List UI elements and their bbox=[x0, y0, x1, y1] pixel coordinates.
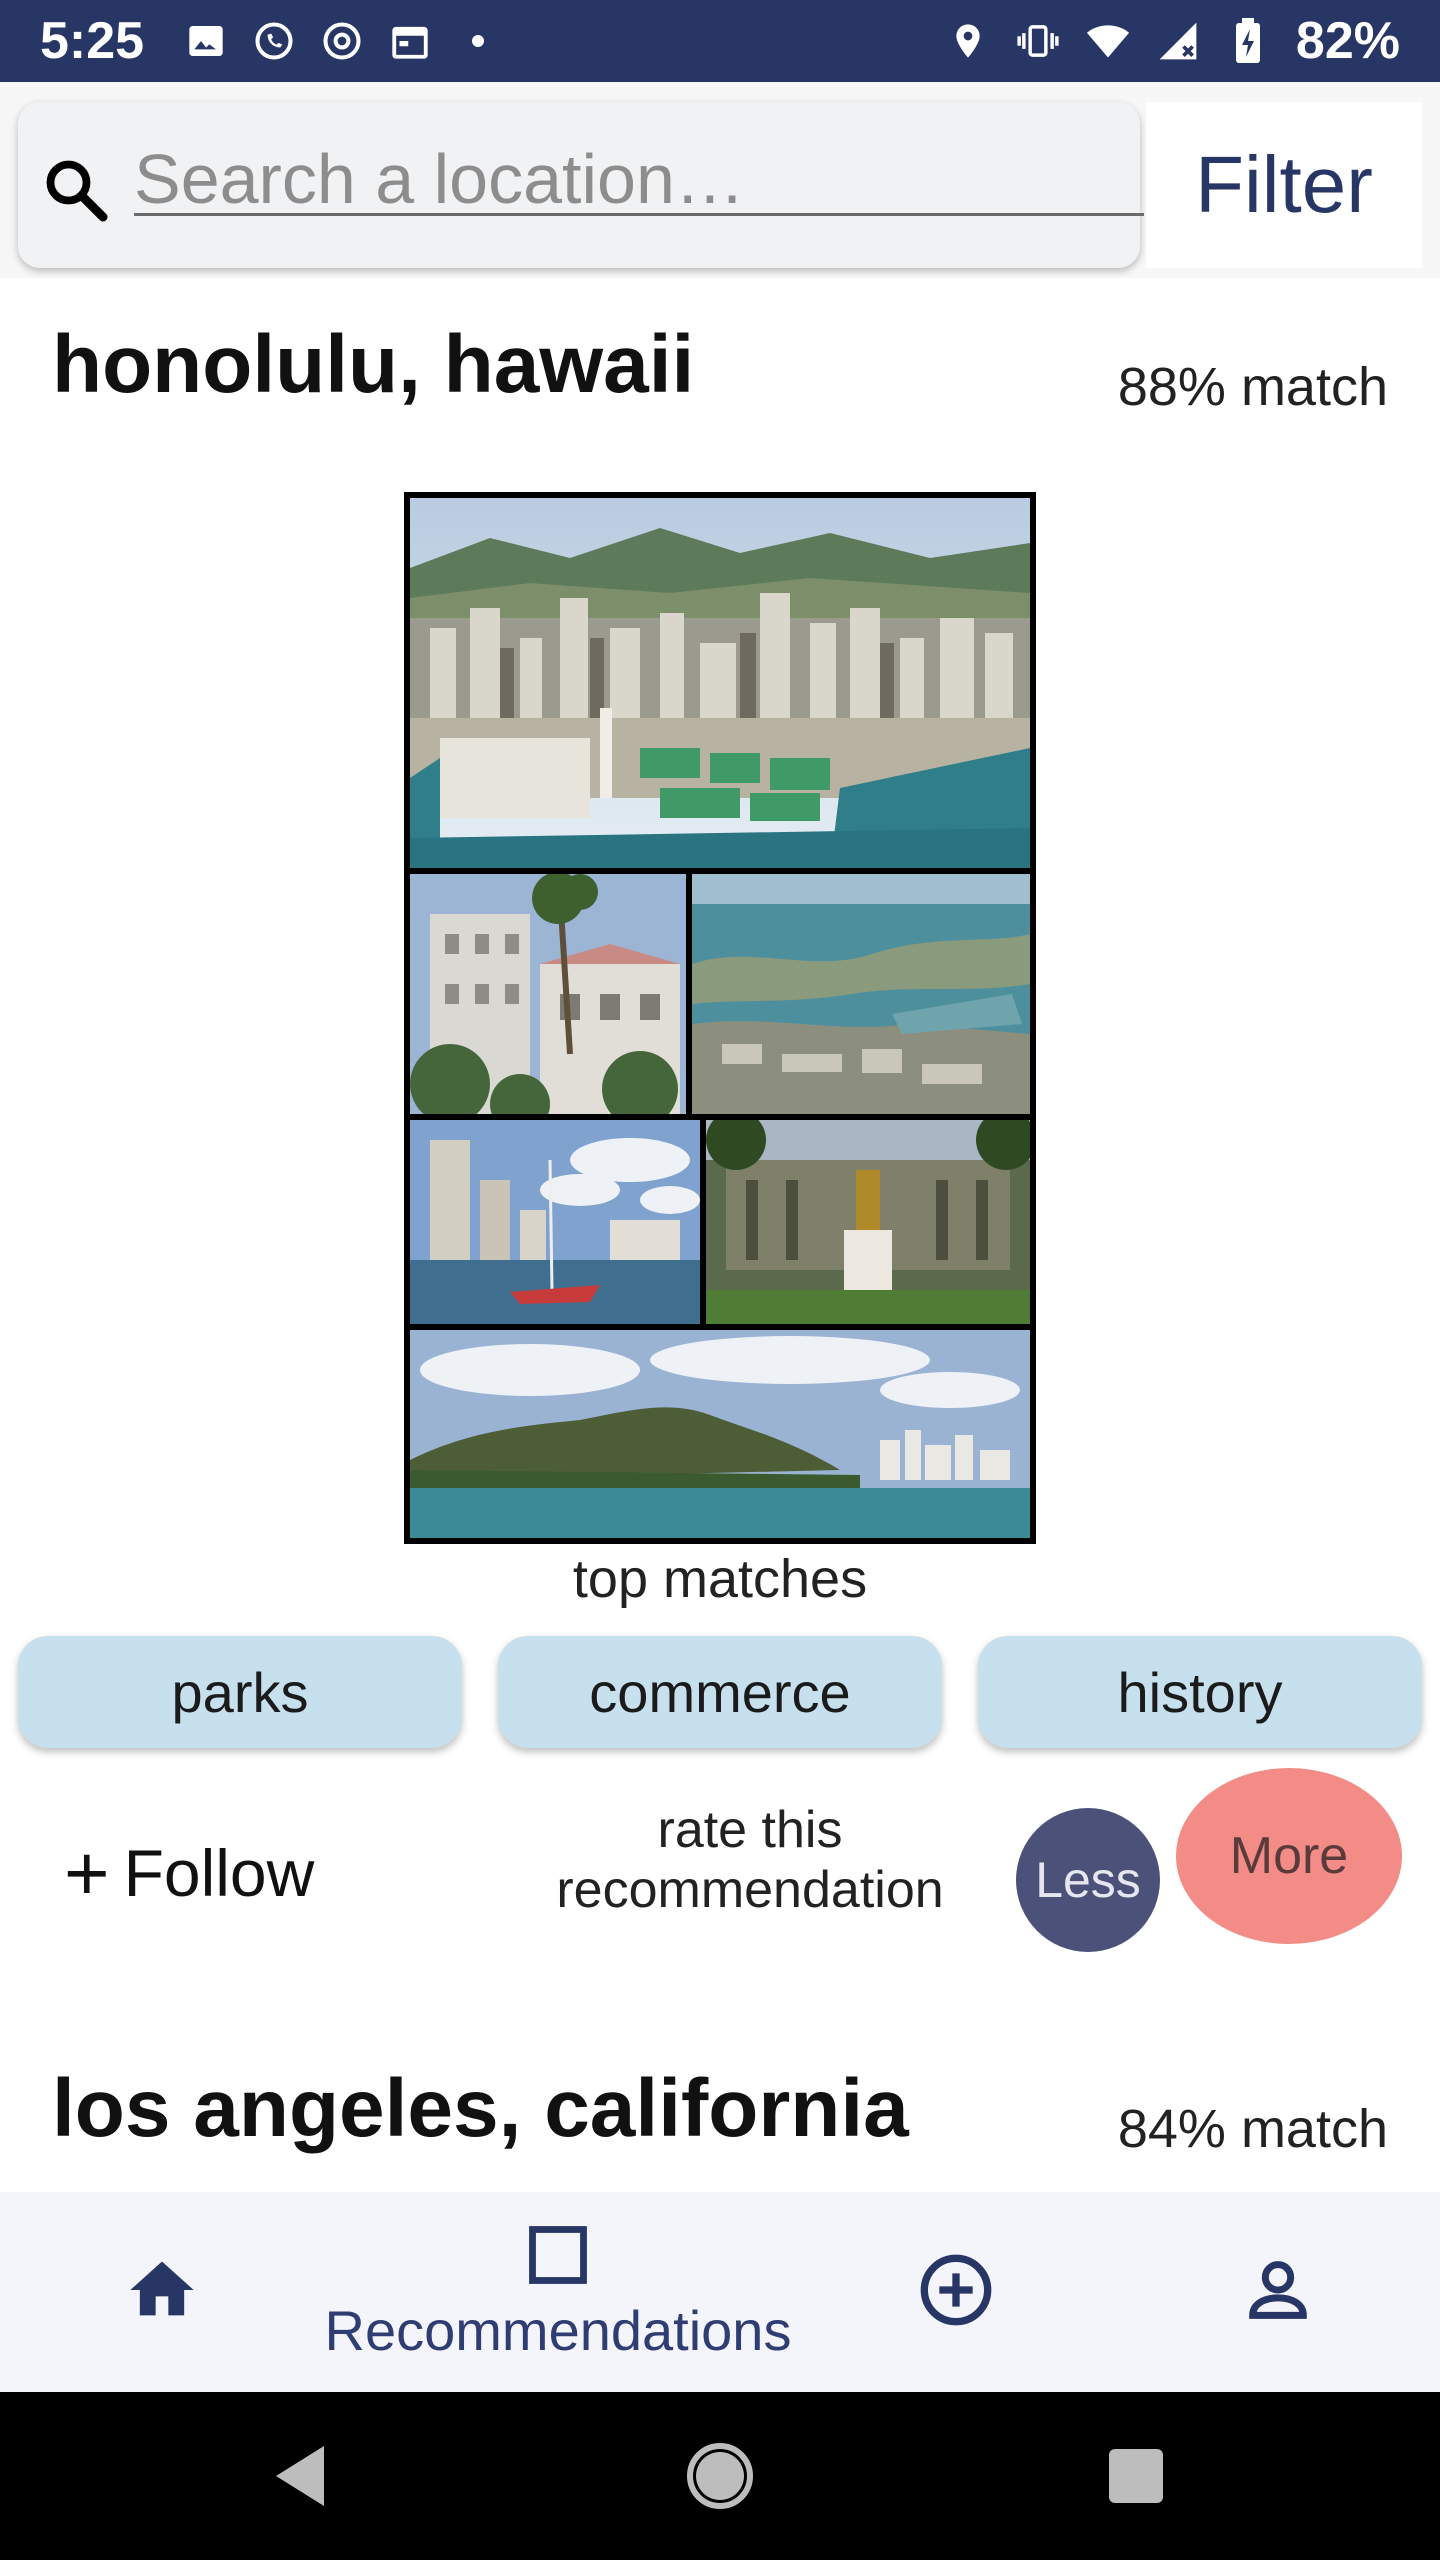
tag-chip-commerce[interactable]: commerce bbox=[498, 1636, 942, 1748]
notification-icons bbox=[184, 19, 500, 63]
more-button[interactable]: More bbox=[1176, 1768, 1402, 1944]
collage-tile-city bbox=[410, 498, 1030, 868]
search-bar-row: Filter bbox=[0, 82, 1440, 278]
collage-tile-harbor bbox=[692, 874, 1030, 1114]
card-header[interactable]: honolulu, hawaii 88% match bbox=[0, 278, 1440, 488]
home-icon bbox=[124, 2252, 200, 2333]
battery-charging-icon bbox=[1226, 18, 1270, 63]
collage-tile-statue bbox=[706, 1120, 1030, 1324]
search-input[interactable] bbox=[134, 144, 1144, 216]
location-title: honolulu, hawaii bbox=[52, 319, 695, 410]
search-box bbox=[18, 102, 1144, 268]
whatsapp-icon bbox=[252, 19, 296, 63]
status-time: 5:25 bbox=[40, 12, 145, 70]
collage-tile-diamond-head bbox=[410, 1330, 1030, 1538]
filter-button[interactable]: Filter bbox=[1146, 102, 1422, 268]
system-navigation-bar bbox=[0, 2392, 1440, 2560]
follow-label: Follow bbox=[123, 1836, 315, 1910]
match-percent: 84% match bbox=[1117, 2099, 1388, 2159]
status-bar: 5:25 82% bbox=[0, 0, 1440, 82]
plus-icon: + bbox=[64, 1828, 110, 1917]
tag-chip-parks[interactable]: parks bbox=[18, 1636, 462, 1748]
match-percent: 88% match bbox=[1117, 357, 1388, 417]
battery-percent: 82% bbox=[1295, 12, 1400, 70]
signal-icon bbox=[1156, 19, 1200, 63]
nav-recommendations[interactable]: Recommendations bbox=[318, 2192, 798, 2392]
tag-list: parks commerce history bbox=[0, 1636, 1440, 1766]
vibrate-icon bbox=[1016, 19, 1060, 63]
card-actions: + Follow rate this recommendation Less M… bbox=[0, 1766, 1440, 1996]
follow-button[interactable]: + Follow bbox=[64, 1818, 314, 1928]
system-icons: 82% bbox=[946, 11, 1400, 71]
search-icon[interactable] bbox=[40, 154, 112, 226]
collage-caption: top matches bbox=[572, 1549, 868, 1609]
collage-tile-beach bbox=[410, 1120, 700, 1324]
square-icon bbox=[524, 2221, 592, 2294]
add-circle-icon bbox=[916, 2250, 996, 2335]
dot-icon bbox=[456, 19, 500, 63]
image-icon bbox=[184, 19, 228, 63]
wifi-icon bbox=[1086, 19, 1130, 63]
nav-home[interactable] bbox=[100, 2192, 224, 2392]
home-button-icon[interactable] bbox=[680, 2436, 760, 2516]
recommendation-card[interactable]: los angeles, california 84% match bbox=[0, 1996, 1440, 2192]
calendar-icon bbox=[388, 19, 432, 63]
location-title: los angeles, california bbox=[52, 2063, 909, 2154]
less-button[interactable]: Less bbox=[1016, 1808, 1160, 1952]
rate-prompt: rate this recommendation bbox=[556, 1801, 944, 1919]
at-sign-icon bbox=[320, 19, 364, 63]
location-pin-icon bbox=[946, 19, 990, 63]
nav-label: Recommendations bbox=[324, 2299, 792, 2362]
tag-chip-history[interactable]: history bbox=[978, 1636, 1422, 1748]
recents-icon[interactable] bbox=[1096, 2436, 1176, 2516]
nav-profile[interactable] bbox=[1216, 2192, 1340, 2392]
location-collage-image[interactable] bbox=[404, 492, 1036, 1544]
back-icon[interactable] bbox=[260, 2436, 340, 2516]
bottom-navigation: Recommendations bbox=[0, 2192, 1440, 2392]
collage-tile-building bbox=[410, 874, 686, 1114]
person-icon bbox=[1240, 2252, 1316, 2333]
nav-add[interactable] bbox=[894, 2192, 1018, 2392]
